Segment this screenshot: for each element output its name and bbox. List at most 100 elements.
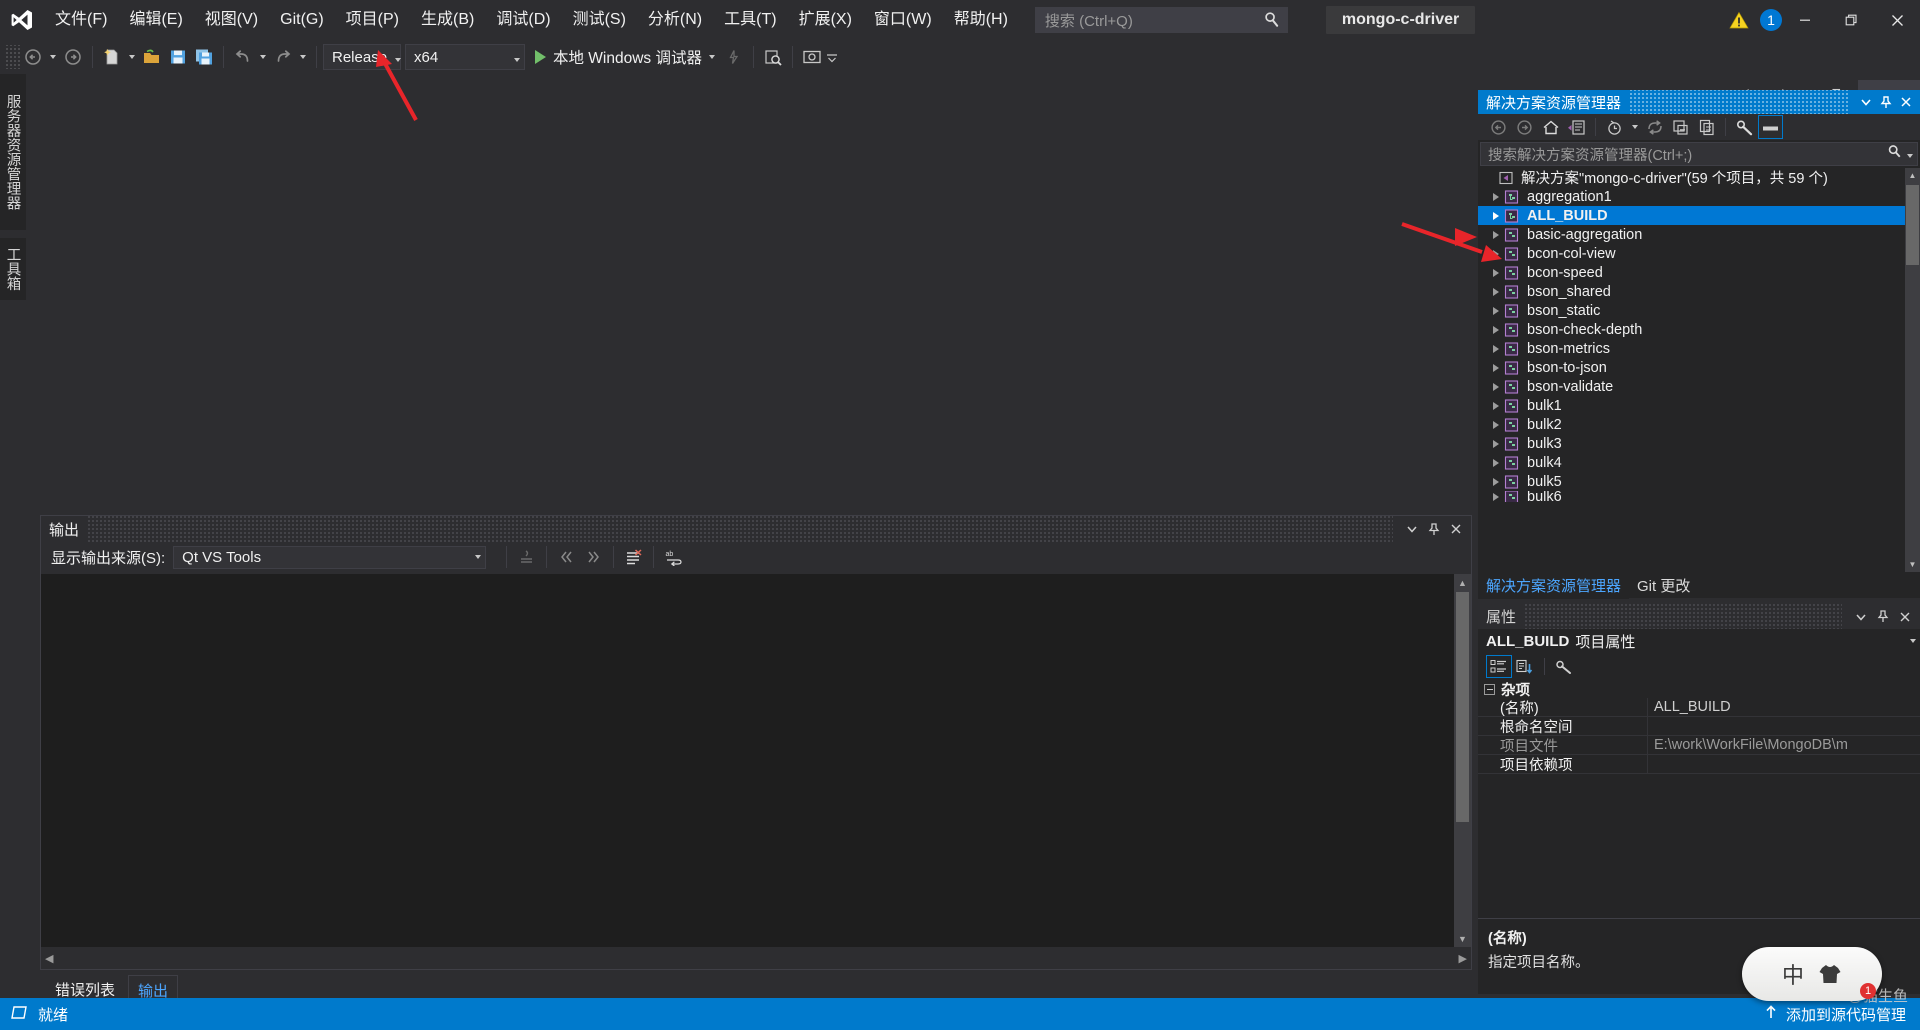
properties-category-misc[interactable]: 杂项 [1478,680,1920,699]
output-scroll-down-icon[interactable]: ▼ [1454,930,1471,947]
se-forward-icon[interactable] [1512,115,1537,139]
properties-property-pages-icon[interactable] [1551,655,1577,678]
se-scroll-up-icon[interactable]: ▲ [1905,168,1920,183]
save-all-icon[interactable] [191,44,217,70]
expand-chevron-icon[interactable] [1488,325,1504,334]
expand-chevron-icon-selected[interactable] [1488,211,1504,220]
tree-item-bulk5[interactable]: bulk5 [1478,472,1920,491]
output-toggle-wordwrap-icon[interactable]: ab [660,544,687,570]
new-project-icon[interactable] [99,44,125,70]
tree-root-solution[interactable]: 解决方案"mongo-c-driver"(59 个项目，共 59 个) [1478,168,1920,187]
search-in-files-icon[interactable] [760,44,786,70]
tab-solution-explorer[interactable]: 解决方案资源管理器 [1478,572,1630,599]
output-hscroll-left-icon[interactable]: ◀ [45,952,53,965]
menu-project[interactable]: 项目(P) [335,5,410,35]
status-add-to-source-control-label[interactable]: 添加到源代码管理 [1786,1004,1906,1025]
expand-chevron-icon[interactable] [1488,477,1504,486]
output-scroll-up-icon[interactable]: ▲ [1454,574,1471,591]
solution-explorer-search-dropdown-icon[interactable] [1907,145,1913,163]
menu-debug[interactable]: 调试(D) [485,5,561,35]
properties-subject-chevron-icon[interactable] [1910,639,1916,643]
solution-explorer-close-icon[interactable] [1896,91,1916,113]
solution-platform-combo[interactable]: x64 [405,44,525,70]
se-preview-pane-icon[interactable] [1758,115,1783,139]
expand-chevron-icon[interactable] [1488,192,1504,201]
ime-floating-widget[interactable]: 中 1 [1742,947,1882,1001]
expand-chevron-icon[interactable] [1488,306,1504,315]
se-scroll-down-icon[interactable]: ▼ [1905,557,1920,572]
undo-icon[interactable] [230,44,256,70]
se-properties-icon[interactable] [1732,115,1757,139]
expand-chevron-icon[interactable] [1488,420,1504,429]
tree-item-bson-metrics[interactable]: bson-metrics [1478,339,1920,358]
tree-item-bcon-col-view[interactable]: bcon-col-view [1478,244,1920,263]
start-debug-dropdown-icon[interactable] [709,55,715,59]
menu-test[interactable]: 测试(S) [562,5,637,35]
se-back-icon[interactable] [1486,115,1511,139]
tree-item-aggregation1[interactable]: aggregation1 [1478,187,1920,206]
menu-tools[interactable]: 工具(T) [713,5,787,35]
properties-row-root-namespace[interactable]: 根命名空间 [1478,717,1920,736]
menu-help[interactable]: 帮助(H) [943,5,1019,35]
expand-chevron-icon[interactable] [1488,344,1504,353]
output-hscroll-right-icon[interactable]: ▶ [1459,952,1467,965]
menu-view[interactable]: 视图(V) [194,5,269,35]
tree-item-bson-static[interactable]: bson_static [1478,301,1920,320]
properties-row-name[interactable]: (名称) ALL_BUILD [1478,698,1920,717]
screenshot-icon[interactable] [799,44,825,70]
sidebar-item-server-explorer[interactable]: 服务器资源管理器 [0,74,26,230]
sidebar-item-toolbox[interactable]: 工具箱 [0,238,26,300]
se-home-icon[interactable] [1538,115,1563,139]
menu-git[interactable]: Git(G) [269,5,335,35]
start-debug-button[interactable]: 本地 Windows 调试器 [525,46,721,68]
tree-item-bulk6[interactable]: bulk6 [1478,491,1920,502]
properties-row-project-dependencies-value[interactable] [1648,755,1920,773]
expand-chevron-icon[interactable] [1488,458,1504,467]
expand-chevron-icon[interactable] [1488,230,1504,239]
menu-window[interactable]: 窗口(W) [863,5,943,35]
solution-explorer-pin-icon[interactable] [1876,91,1896,113]
properties-alphabetical-icon[interactable] [1512,655,1538,678]
se-scroll-thumb[interactable] [1906,185,1919,265]
ime-skin-shirt-icon[interactable] [1818,963,1842,985]
tree-item-bulk1[interactable]: bulk1 [1478,396,1920,415]
navigate-forward-icon[interactable] [60,44,86,70]
output-go-previous-icon[interactable] [553,544,580,570]
tab-git-changes[interactable]: Git 更改 [1629,572,1698,599]
se-pending-dropdown-icon[interactable] [1628,115,1641,139]
solution-explorer-drag-area[interactable] [1629,90,1848,114]
solution-explorer-search-box[interactable]: 搜索解决方案资源管理器(Ctrl+;) [1480,142,1918,166]
warning-icon[interactable] [1726,8,1752,32]
properties-subject-row[interactable]: ALL_BUILD 项目属性 [1478,629,1920,653]
tree-item-bulk4[interactable]: bulk4 [1478,453,1920,472]
output-text-area[interactable] [41,574,1471,947]
menu-extensions[interactable]: 扩展(X) [788,5,863,35]
menu-edit[interactable]: 编辑(E) [118,5,193,35]
tree-item-bson-check-depth[interactable]: bson-check-depth [1478,320,1920,339]
tree-item-basic-aggregation[interactable]: basic-aggregation [1478,225,1920,244]
toolbar-grip[interactable] [6,45,20,69]
output-scroll-thumb[interactable] [1456,592,1469,822]
output-panel-pin-icon[interactable] [1423,518,1445,540]
tree-item-all-build[interactable]: ALL_BUILD [1478,206,1920,225]
output-horizontal-scrollbar[interactable]: ◀ ▶ [41,947,1471,969]
output-clear-all-icon[interactable] [620,544,647,570]
hot-reload-icon[interactable] [721,44,747,70]
expand-chevron-icon[interactable] [1488,287,1504,296]
properties-row-project-file[interactable]: 项目文件 E:\work\WorkFile\MongoDB\m [1478,736,1920,755]
output-source-combo[interactable]: Qt VS Tools [173,545,487,569]
redo-dropdown-icon[interactable] [296,44,310,70]
expand-chevron-icon[interactable] [1488,382,1504,391]
solution-explorer-tree[interactable]: 解决方案"mongo-c-driver"(59 个项目，共 59 个) aggr… [1478,168,1920,572]
se-show-all-files-icon[interactable] [1694,115,1719,139]
navigate-back-icon[interactable] [20,44,46,70]
expand-chevron-icon[interactable] [1488,439,1504,448]
se-pending-changes-icon[interactable] [1602,115,1627,139]
output-panel-drag-area[interactable] [87,516,1393,542]
properties-drag-area[interactable] [1524,604,1842,629]
toolbar-overflow-icon[interactable] [825,44,839,70]
output-find-message-icon[interactable] [513,544,540,570]
navigate-back-dropdown-icon[interactable] [46,44,60,70]
properties-categorized-icon[interactable] [1486,655,1512,678]
properties-row-root-namespace-value[interactable] [1648,717,1920,735]
